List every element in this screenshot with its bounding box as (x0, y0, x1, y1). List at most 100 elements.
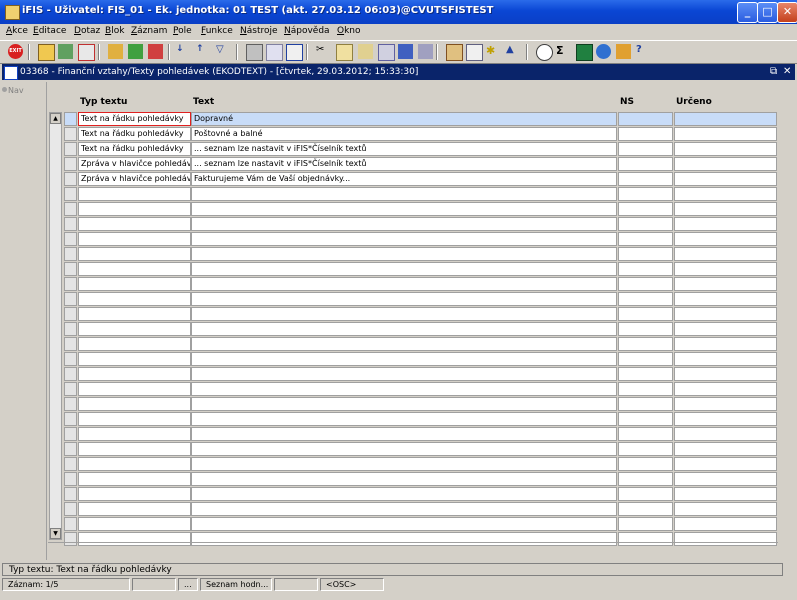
row-indicator[interactable] (64, 247, 77, 261)
table-row[interactable] (48, 277, 778, 292)
row-indicator[interactable] (64, 352, 77, 366)
typ-textu-field[interactable] (78, 292, 191, 306)
menu-dotaz[interactable]: Dotaz (74, 26, 100, 36)
row-indicator[interactable] (64, 277, 77, 291)
text-field[interactable] (191, 352, 617, 366)
ns-field[interactable] (618, 367, 673, 381)
typ-textu-field[interactable] (78, 187, 191, 201)
text-field[interactable]: ... seznam lze nastavit v iFIS*Číselník … (191, 142, 617, 156)
typ-textu-field[interactable] (78, 202, 191, 216)
urceno-field[interactable] (674, 262, 777, 276)
typ-textu-field[interactable] (78, 532, 191, 546)
text-field[interactable]: Poštovné a balné (191, 127, 617, 141)
search-icon[interactable] (108, 44, 123, 59)
urceno-field[interactable] (674, 427, 777, 441)
ns-field[interactable] (618, 442, 673, 456)
row-indicator[interactable] (64, 307, 77, 321)
typ-textu-field[interactable] (78, 262, 191, 276)
cut-icon[interactable]: ✂ (316, 44, 331, 59)
table-row[interactable] (48, 427, 778, 442)
text-field[interactable]: Fakturujeme Vám de Vaší objednávky... (191, 172, 617, 186)
urceno-field[interactable] (674, 472, 777, 486)
paste-icon[interactable] (358, 44, 373, 59)
table-row[interactable] (48, 367, 778, 382)
typ-textu-field[interactable] (78, 352, 191, 366)
minimize-button[interactable]: _ (737, 2, 758, 23)
typ-textu-field[interactable] (78, 397, 191, 411)
ns-field[interactable] (618, 112, 673, 126)
ns-field[interactable] (618, 352, 673, 366)
table-row[interactable] (48, 472, 778, 487)
row-indicator[interactable] (64, 427, 77, 441)
ns-field[interactable] (618, 187, 673, 201)
print-icon[interactable] (58, 44, 73, 59)
urceno-field[interactable] (674, 367, 777, 381)
typ-textu-field[interactable] (78, 442, 191, 456)
typ-textu-field[interactable] (78, 367, 191, 381)
table-row[interactable] (48, 292, 778, 307)
ns-field[interactable] (618, 142, 673, 156)
text-field[interactable] (191, 427, 617, 441)
menu-okno[interactable]: Okno (337, 26, 361, 36)
ns-field[interactable] (618, 517, 673, 531)
typ-textu-field[interactable] (78, 382, 191, 396)
text-field[interactable]: Dopravné (191, 112, 617, 126)
typ-textu-field[interactable]: Text na řádku pohledávky... (78, 112, 191, 126)
list-icon[interactable] (398, 44, 413, 59)
table-row[interactable] (48, 262, 778, 277)
urceno-field[interactable] (674, 322, 777, 336)
text-field[interactable] (191, 247, 617, 261)
row-indicator[interactable] (64, 157, 77, 171)
row-indicator[interactable] (64, 382, 77, 396)
restore-button[interactable]: ⧉ (770, 66, 777, 77)
urceno-field[interactable] (674, 442, 777, 456)
row-indicator[interactable] (64, 412, 77, 426)
table-row[interactable] (48, 232, 778, 247)
typ-textu-field[interactable] (78, 217, 191, 231)
typ-textu-field[interactable] (78, 412, 191, 426)
maximize-button[interactable]: □ (757, 2, 778, 23)
ns-field[interactable] (618, 412, 673, 426)
typ-textu-field[interactable] (78, 247, 191, 261)
table-row[interactable] (48, 502, 778, 517)
sum-icon[interactable]: Σ (556, 44, 571, 59)
typ-textu-field[interactable] (78, 472, 191, 486)
ns-field[interactable] (618, 262, 673, 276)
row-indicator[interactable] (64, 472, 77, 486)
table-row[interactable] (48, 187, 778, 202)
printer-icon[interactable] (246, 44, 263, 61)
ns-field[interactable] (618, 502, 673, 516)
urceno-field[interactable] (674, 412, 777, 426)
table-row[interactable] (48, 487, 778, 502)
ns-field[interactable] (618, 337, 673, 351)
scroll-down-icon[interactable]: ▼ (50, 528, 61, 539)
urceno-field[interactable] (674, 277, 777, 291)
doc-icon[interactable] (466, 44, 483, 61)
vertical-scrollbar[interactable]: ▲ ▼ (49, 112, 62, 540)
window-icon[interactable] (286, 44, 303, 61)
nav-label[interactable]: Nav (8, 86, 24, 95)
table-row[interactable] (48, 337, 778, 352)
typ-textu-field[interactable]: Zpráva v hlavičce pohledávky (78, 157, 191, 171)
urceno-field[interactable] (674, 307, 777, 321)
table-row[interactable]: Zpráva v hlavičce pohledávky... seznam l… (48, 157, 778, 172)
text-field[interactable] (191, 262, 617, 276)
menu-nastroje[interactable]: Nástroje (240, 26, 278, 36)
table-row[interactable] (48, 247, 778, 262)
text-field[interactable] (191, 307, 617, 321)
exit-button[interactable]: EXIT (8, 44, 23, 59)
text-field[interactable] (191, 487, 617, 501)
ns-field[interactable] (618, 217, 673, 231)
scroll-up-icon[interactable]: ▲ (50, 113, 61, 124)
row-indicator[interactable] (64, 532, 77, 546)
table-row[interactable] (48, 412, 778, 427)
table-row[interactable] (48, 307, 778, 322)
urceno-field[interactable] (674, 292, 777, 306)
menu-funkce[interactable]: Funkce (201, 26, 233, 36)
text-field[interactable] (191, 337, 617, 351)
text-field[interactable] (191, 397, 617, 411)
urceno-field[interactable] (674, 112, 777, 126)
typ-textu-field[interactable] (78, 517, 191, 531)
text-field[interactable] (191, 472, 617, 486)
row-indicator[interactable] (64, 187, 77, 201)
